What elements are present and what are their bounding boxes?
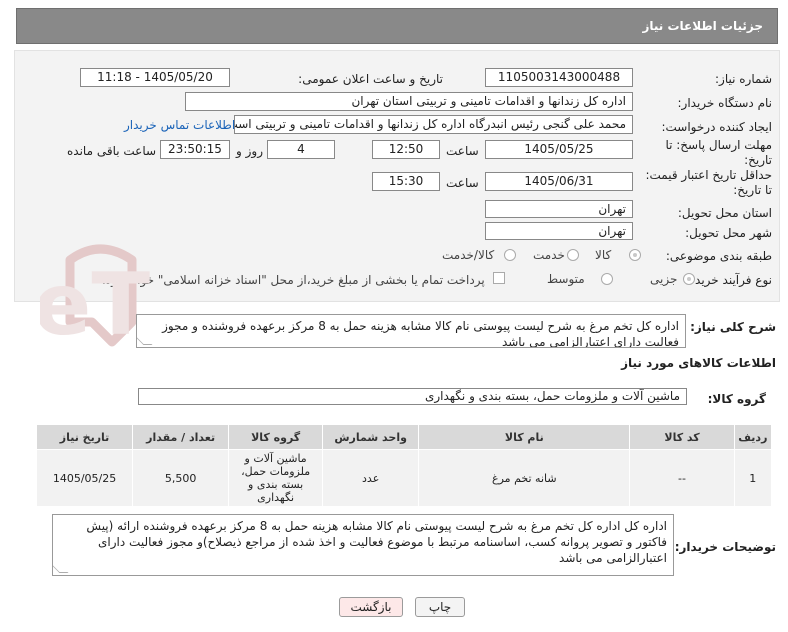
general-description-text: اداره کل تخم مرغ به شرح لیست پیوستی نام … bbox=[162, 319, 679, 348]
category-label: طبقه بندی موضوعی: bbox=[665, 249, 772, 263]
goods-table: ردیف کد کالا نام کالا واحد شمارش گروه کا… bbox=[35, 424, 773, 507]
cell-group: ماشین آلات و ملزومات حمل، بسته بندی و نگ… bbox=[228, 449, 324, 507]
category-service-label: خدمت bbox=[533, 248, 565, 262]
col-group: گروه کالا bbox=[228, 424, 324, 450]
need-details-page: جزئیات اطلاعات نیاز شماره نیاز: 11050031… bbox=[0, 0, 788, 632]
resize-grip-icon[interactable] bbox=[137, 336, 153, 345]
cell-row: 1 bbox=[733, 449, 773, 507]
process-medium-label: متوسط bbox=[547, 272, 585, 286]
delivery-city-label: شهر محل تحویل: bbox=[685, 226, 772, 240]
process-medium-radio[interactable] bbox=[601, 273, 613, 285]
buyer-contact-link[interactable]: اطلاعات تماس خریدار bbox=[124, 118, 235, 132]
page-header: جزئیات اطلاعات نیاز bbox=[16, 8, 778, 44]
process-minor-radio[interactable] bbox=[683, 273, 695, 285]
table-row: 1 -- شانه تخم مرغ عدد ماشین آلات و ملزوم… bbox=[35, 449, 773, 507]
col-row: ردیف bbox=[733, 424, 773, 450]
cell-name: شانه تخم مرغ bbox=[418, 449, 631, 507]
page-title: جزئیات اطلاعات نیاز bbox=[642, 19, 763, 33]
purchase-process-label: نوع فرآیند خرید : bbox=[687, 273, 772, 287]
cell-code: -- bbox=[629, 449, 735, 507]
category-goods-service-label: کالا/خدمت bbox=[442, 248, 495, 262]
col-quantity: تعداد / مقدار bbox=[132, 424, 230, 450]
remaining-time-label: ساعت باقی مانده bbox=[67, 144, 157, 158]
reply-deadline-time: 12:50 bbox=[372, 140, 440, 159]
resize-grip-icon[interactable] bbox=[53, 564, 69, 573]
col-name: نام کالا bbox=[418, 424, 631, 450]
requester-field: محمد علی گنجی رئیس انبدرگاه اداره کل زند… bbox=[234, 115, 633, 134]
print-button[interactable]: چاپ bbox=[415, 597, 465, 617]
buyer-notes-text: اداره کل اداره کل تخم مرغ به شرح لیست پی… bbox=[86, 519, 667, 565]
col-unit: واحد شمارش bbox=[322, 424, 420, 450]
remaining-time: 23:50:15 bbox=[160, 140, 230, 159]
process-minor-label: جزیی bbox=[650, 272, 678, 286]
treasury-payment-checkbox[interactable] bbox=[493, 272, 505, 284]
category-goods-radio[interactable] bbox=[629, 249, 641, 261]
back-button[interactable]: بازگشت bbox=[339, 597, 403, 617]
reply-deadline-label-line2: تاریخ: bbox=[744, 153, 772, 167]
price-validity-date: 1405/06/31 bbox=[485, 172, 633, 191]
remaining-days: 4 bbox=[267, 140, 335, 159]
price-validity-label-line1: حداقل تاریخ اعتبار قیمت: bbox=[645, 168, 772, 182]
category-goods-label: کالا bbox=[595, 248, 612, 262]
price-validity-label-line2: تا تاریخ: bbox=[733, 183, 772, 197]
treasury-payment-note: پرداخت تمام یا بخشی از مبلغ خرید،از محل … bbox=[102, 273, 485, 287]
buyer-notes-textarea[interactable]: اداره کل اداره کل تخم مرغ به شرح لیست پی… bbox=[52, 514, 674, 576]
general-description-textarea[interactable]: اداره کل تخم مرغ به شرح لیست پیوستی نام … bbox=[136, 314, 686, 348]
reply-deadline-date: 1405/05/25 bbox=[485, 140, 633, 159]
reply-deadline-label-line1: مهلت ارسال پاسخ: تا bbox=[665, 138, 772, 152]
buyer-org-field: اداره کل زندانها و اقدامات تامینی و تربی… bbox=[185, 92, 633, 111]
delivery-province-label: استان محل تحویل: bbox=[677, 206, 772, 220]
reply-deadline-time-label: ساعت bbox=[446, 144, 479, 158]
goods-table-header: ردیف کد کالا نام کالا واحد شمارش گروه کا… bbox=[35, 424, 773, 450]
need-number-field: 1105003143000488 bbox=[485, 68, 633, 87]
general-description-label: شرح کلی نیاز: bbox=[690, 320, 776, 334]
price-validity-time: 15:30 bbox=[372, 172, 440, 191]
days-label: روز و bbox=[236, 144, 263, 158]
category-goods-service-radio[interactable] bbox=[504, 249, 516, 261]
buyer-notes-label: توضیحات خریدار: bbox=[674, 540, 776, 554]
col-code: کد کالا bbox=[629, 424, 735, 450]
announce-datetime-field: 1405/05/20 - 11:18 bbox=[80, 68, 230, 87]
goods-section-title: اطلاعات کالاهای مورد نیاز bbox=[621, 356, 776, 370]
col-date: تاریخ نیاز bbox=[35, 424, 134, 450]
delivery-province-field: تهران bbox=[485, 200, 633, 218]
buyer-org-label: نام دستگاه خریدار: bbox=[677, 96, 773, 110]
need-number-label: شماره نیاز: bbox=[715, 72, 772, 86]
requester-label: ایجاد کننده درخواست: bbox=[661, 120, 772, 134]
delivery-city-field: تهران bbox=[485, 222, 633, 240]
goods-group-field: ماشین آلات و ملزومات حمل، بسته بندی و نگ… bbox=[138, 388, 687, 405]
price-validity-time-label: ساعت bbox=[446, 176, 479, 190]
announce-datetime-label: تاریخ و ساعت اعلان عمومی: bbox=[298, 72, 443, 86]
category-service-radio[interactable] bbox=[567, 249, 579, 261]
cell-quantity: 5,500 bbox=[132, 449, 230, 507]
cell-unit: عدد bbox=[322, 449, 420, 507]
goods-group-label: گروه کالا: bbox=[707, 392, 766, 406]
cell-date: 1405/05/25 bbox=[35, 449, 134, 507]
